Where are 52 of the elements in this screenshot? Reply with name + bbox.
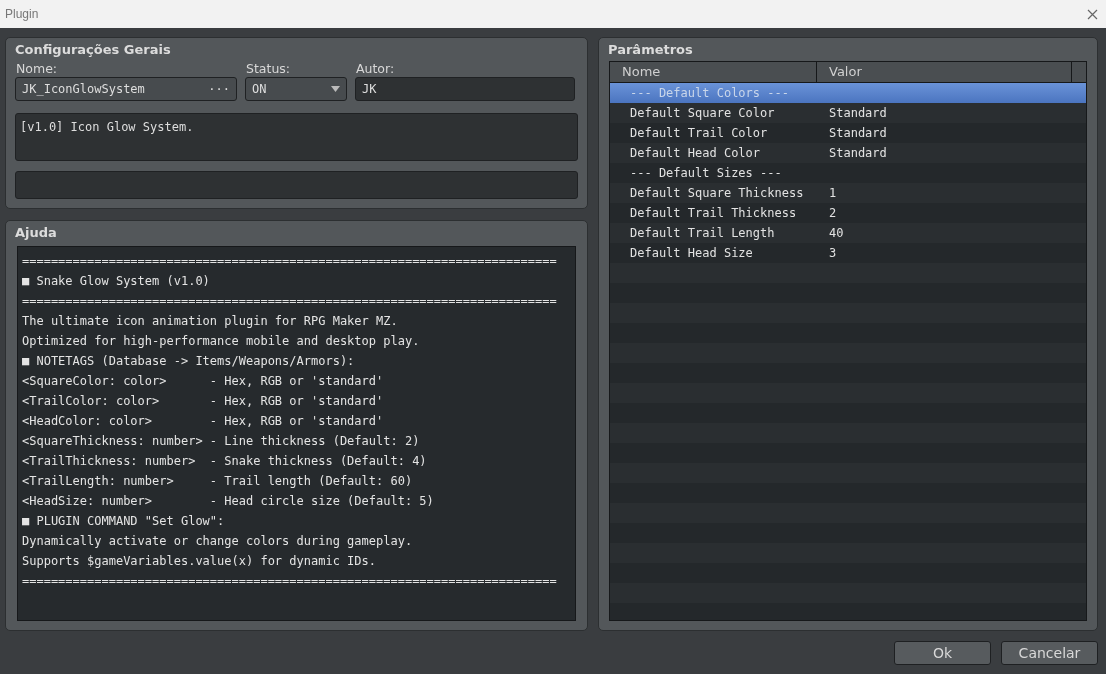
caret-icon	[331, 86, 340, 92]
field-label: Status:	[245, 61, 291, 76]
table-cell-text: Default Square Color	[630, 106, 776, 120]
help-line: ■ NOTETAGS (Database -> Items/Weapons/Armors):	[22, 353, 356, 370]
table-cell-text: Standard	[829, 126, 888, 140]
dialog-button[interactable]: Ok	[894, 641, 991, 665]
description-field[interactable]: [v1.0] Icon Glow System.	[15, 113, 578, 161]
group-title: Configurações Gerais	[15, 42, 171, 57]
field-label: Autor:	[355, 61, 395, 76]
dialog-button[interactable]: Cancelar	[1001, 641, 1098, 665]
name-field[interactable]: JK_IconGlowSystem ···	[15, 77, 237, 101]
field-label: Nome:	[15, 61, 58, 76]
help-line: <TrailThickness: number> - Snake thickness (Default: 4)	[22, 453, 428, 470]
help-line: ==========================================================================	[22, 253, 558, 270]
table-cell-text: Default Trail Length	[630, 226, 776, 240]
column-header[interactable]: Valor	[817, 62, 1072, 82]
table-cell-text: Default Square Thickness	[630, 186, 805, 200]
group-title: Parâmetros	[608, 42, 693, 57]
column-header[interactable]: Nome	[610, 62, 817, 82]
table-cell-text: Default Trail Color	[630, 126, 769, 140]
table-cell-text: --- Default Colors ---	[630, 86, 790, 100]
table-cell-text: 3	[829, 246, 838, 260]
table-cell-text: Standard	[829, 106, 888, 120]
help-line: <HeadSize: number> - Head circle size (Default: 5)	[22, 493, 435, 510]
status-dropdown[interactable]: ON	[245, 77, 347, 101]
text-field[interactable]	[15, 171, 578, 199]
close-icon[interactable]	[1087, 8, 1098, 20]
help-line: <SquareThickness: number> - Line thickness (Default: 2)	[22, 433, 421, 450]
help-line: ==========================================================================	[22, 573, 558, 590]
table-cell-text: Standard	[829, 146, 888, 160]
help-line: Dynamically activate or change colors during gameplay.	[22, 533, 414, 550]
help-line: ■ PLUGIN COMMAND "Set Glow":	[22, 513, 226, 530]
table-cell-text: Default Head Color	[630, 146, 762, 160]
table-cell-text: 2	[829, 206, 838, 220]
help-line: The ultimate icon animation plugin for RPG Maker MZ.	[22, 313, 399, 330]
group-title: Ajuda	[15, 225, 57, 240]
help-line: <HeadColor: color> - Hex, RGB or 'standard'	[22, 413, 385, 430]
table-cell-text: 40	[829, 226, 845, 240]
help-line: ==========================================================================	[22, 293, 558, 310]
help-line: Optimized for high-performance mobile and desktop play.	[22, 333, 421, 350]
help-line: Supports $gameVariables.value(x) for dynamic IDs.	[22, 553, 377, 570]
table-cell-text: 1	[829, 186, 838, 200]
help-line: <TrailColor: color> - Hex, RGB or 'standard'	[22, 393, 385, 410]
browse-button[interactable]: ···	[208, 82, 230, 96]
author-field[interactable]: JK	[355, 77, 575, 101]
help-line: <TrailLength: number> - Trail length (Default: 60)	[22, 473, 414, 490]
table-cell-text: Default Trail Thickness	[630, 206, 798, 220]
help-line: <SquareColor: color> - Hex, RGB or 'standard'	[22, 373, 385, 390]
window-title: Plugin	[5, 7, 39, 21]
help-line: ■ Snake Glow System (v1.0)	[22, 273, 211, 290]
table-cell-text: Default Head Size	[630, 246, 754, 260]
table-cell-text: --- Default Sizes ---	[630, 166, 783, 180]
